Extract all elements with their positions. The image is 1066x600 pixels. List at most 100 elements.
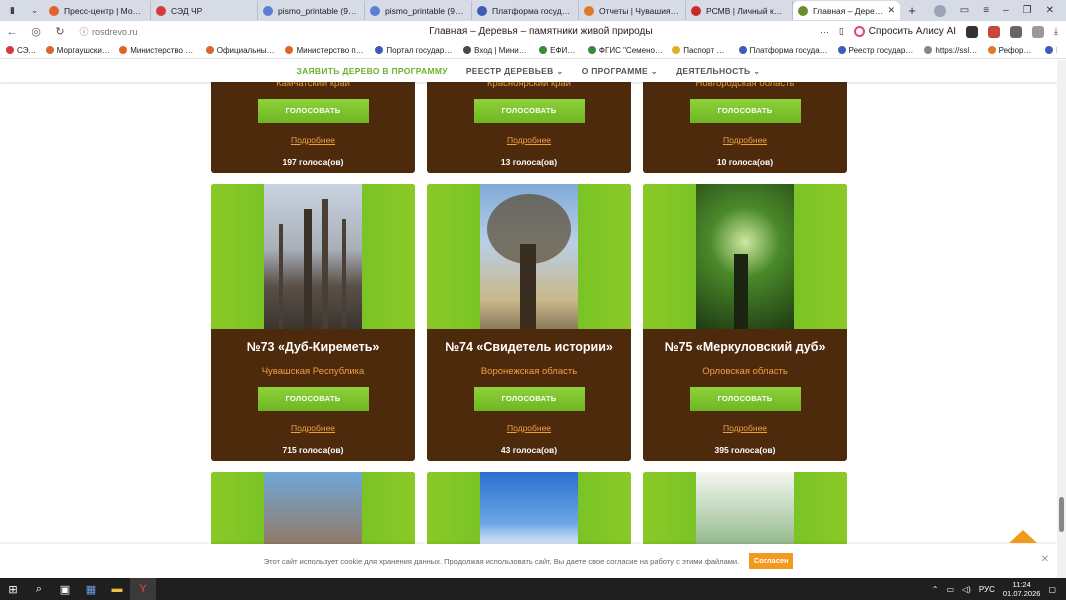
chevron-down-icon: ⌄	[753, 65, 761, 76]
browser-tab[interactable]: pismo_printable (9).pdf	[365, 1, 472, 20]
browser-tab[interactable]: pismo_printable (9).pdf	[258, 1, 365, 20]
vote-button[interactable]: ГОЛОСОВАТЬ	[473, 99, 585, 123]
page-scrollbar[interactable]	[1057, 60, 1066, 578]
vote-button[interactable]: ГОЛОСОВАТЬ	[257, 387, 369, 411]
bookmark-icon[interactable]: ▯	[839, 26, 844, 37]
bookmark-favicon-icon	[6, 46, 14, 54]
chevron-down-icon[interactable]: ⌄	[25, 2, 44, 19]
web-page: ЗАЯВИТЬ ДЕРЕВО В ПРОГРАММУ РЕЕСТР ДЕРЕВЬ…	[0, 60, 1057, 578]
close-tab-icon[interactable]: ✕	[887, 5, 895, 16]
windows-start-icon[interactable]: ⊞	[0, 578, 26, 600]
bookmark-item[interactable]: Паспорт RegAgro	[672, 46, 730, 55]
url-field[interactable]: rosdrevo.ru	[92, 27, 262, 37]
reload-icon[interactable]: ↻	[48, 25, 72, 38]
yandex-browser-icon[interactable]: Y	[130, 578, 156, 600]
oak-winter-icon	[279, 199, 346, 329]
alisa-button[interactable]: Спросить Алису AI	[853, 26, 956, 37]
protect-icon[interactable]: ◎	[24, 25, 48, 38]
scroll-to-top-icon[interactable]	[1009, 530, 1037, 543]
tree-card: №75 «Меркуловский дуб» Орловская область…	[643, 184, 847, 461]
more-icon[interactable]: ···	[820, 27, 829, 37]
profile-avatar[interactable]	[933, 4, 946, 17]
volume-icon[interactable]: ◁)	[962, 585, 971, 594]
extension-icon[interactable]	[1010, 25, 1023, 38]
vote-button[interactable]: ГОЛОСОВАТЬ	[689, 99, 801, 123]
download-icon[interactable]: ⤓	[1054, 26, 1058, 37]
extension-icon[interactable]	[966, 25, 979, 38]
vote-button[interactable]: ГОЛОСОВАТЬ	[257, 99, 369, 123]
calculator-icon[interactable]: ▦	[78, 578, 104, 600]
vote-button[interactable]: ГОЛОСОВАТЬ	[473, 387, 585, 411]
browser-tab[interactable]: Платформа государственных	[472, 1, 579, 20]
details-link[interactable]: Подробнее	[427, 135, 631, 145]
bookmark-item[interactable]: СЭД ЧР	[6, 46, 37, 55]
bookmark-item[interactable]: https://ssl.budget	[924, 46, 979, 55]
nav-submit-tree[interactable]: ЗАЯВИТЬ ДЕРЕВО В ПРОГРАММУ	[296, 66, 447, 76]
bookmark-item[interactable]: Реформа КНД	[987, 46, 1036, 55]
bookmark-item[interactable]: Платформа государственных	[738, 46, 829, 55]
minimize-icon[interactable]: –	[1003, 5, 1009, 16]
tree-photo-image	[696, 184, 794, 329]
cookie-agree-button[interactable]: Согласен	[749, 553, 794, 569]
notification-icon[interactable]: ▢	[1048, 585, 1056, 594]
browser-tab[interactable]: СЭД ЧР	[151, 1, 258, 20]
bookmark-favicon-icon	[672, 46, 681, 54]
bookmark-item[interactable]: Министерство природных	[285, 46, 366, 55]
nav-about[interactable]: О ПРОГРАММЕ ⌄	[582, 66, 658, 77]
details-link[interactable]: Подробнее	[643, 423, 847, 433]
tree-region: Воронежская область	[480, 366, 578, 377]
details-link[interactable]: Подробнее	[427, 423, 631, 433]
nav-activity[interactable]: ДЕЯТЕЛЬНОСТЬ ⌄	[676, 66, 760, 77]
bookmark-list-icon[interactable]: ▭	[960, 5, 969, 16]
alisa-icon	[853, 26, 865, 37]
browser-tab[interactable]: Отчеты | Чувашия Online	[579, 1, 686, 20]
clock[interactable]: 11:24 01.07.2026	[1003, 580, 1041, 598]
details-link[interactable]: Подробнее	[211, 423, 415, 433]
vote-count: 715 голоса(ов)	[282, 445, 344, 455]
close-icon[interactable]: ✕	[1041, 554, 1049, 565]
bookmark-item[interactable]: Реестр государственных	[837, 46, 915, 55]
nav-registry[interactable]: РЕЕСТР ДЕРЕВЬЕВ ⌄	[466, 66, 564, 77]
tab-favicon-icon	[49, 5, 59, 16]
chevron-up-icon[interactable]: ⌃	[932, 585, 939, 594]
browser-tab-active[interactable]: Главная – Деревья – п✕	[793, 1, 900, 20]
bookmark-item[interactable]: ФГИС "Семеноводство"	[587, 46, 663, 55]
bookmark-item[interactable]: Моргаушский район	[45, 46, 110, 55]
tree-region: Чувашская Республика	[261, 366, 365, 377]
language-indicator[interactable]: РУС	[979, 585, 995, 594]
bookmark-item[interactable]: Портал государственных	[375, 46, 454, 55]
bookmark-item[interactable]: Официальный портал	[205, 46, 276, 55]
extension-icon[interactable]	[1032, 25, 1045, 38]
tab-favicon-icon	[156, 5, 166, 16]
bookmark-item[interactable]: ЕФИС ЗСН	[539, 46, 579, 55]
tree-title: №73 «Дуб-Киреметь»	[246, 340, 380, 354]
restore-icon[interactable]: ❐	[1023, 5, 1032, 16]
tree-photo-image	[264, 184, 362, 329]
browser-tab[interactable]: Пресс-центр | Моргаушский	[44, 1, 151, 20]
back-icon[interactable]: ←	[0, 26, 24, 38]
bookmark-item[interactable]: К	[1045, 46, 1057, 55]
site-info-icon[interactable]: ⓘ	[76, 25, 92, 38]
file-explorer-icon[interactable]: ▬	[104, 578, 130, 600]
details-link[interactable]: Подробнее	[643, 135, 847, 145]
network-icon[interactable]: ▭	[946, 585, 954, 594]
tree-photo[interactable]	[211, 184, 415, 329]
site-navigation: ЗАЯВИТЬ ДЕРЕВО В ПРОГРАММУ РЕЕСТР ДЕРЕВЬ…	[0, 60, 1057, 82]
browser-tab[interactable]: РСМВ | Личный кабинет	[686, 1, 793, 20]
scrollbar-thumb[interactable]	[1059, 497, 1064, 532]
extension-icon[interactable]	[988, 25, 1001, 38]
vote-button[interactable]: ГОЛОСОВАТЬ	[689, 387, 801, 411]
new-tab-icon[interactable]: +	[904, 3, 920, 19]
tree-photo[interactable]	[427, 184, 631, 329]
bookmark-item[interactable]: Министерство сельского	[119, 46, 197, 55]
tree-photo[interactable]	[643, 184, 847, 329]
close-window-icon[interactable]: ✕	[1046, 5, 1054, 16]
bookmark-item[interactable]: Вход | Министерство	[463, 46, 530, 55]
tab-favicon-icon	[477, 5, 487, 16]
menu-icon[interactable]: ≡	[983, 5, 989, 16]
details-link[interactable]: Подробнее	[211, 135, 415, 145]
task-view-icon[interactable]: ▣	[52, 578, 78, 600]
tab-menu-icon[interactable]: ▮	[3, 2, 22, 19]
vote-count: 395 голоса(ов)	[714, 445, 776, 455]
search-icon[interactable]: ⌕	[26, 578, 52, 600]
